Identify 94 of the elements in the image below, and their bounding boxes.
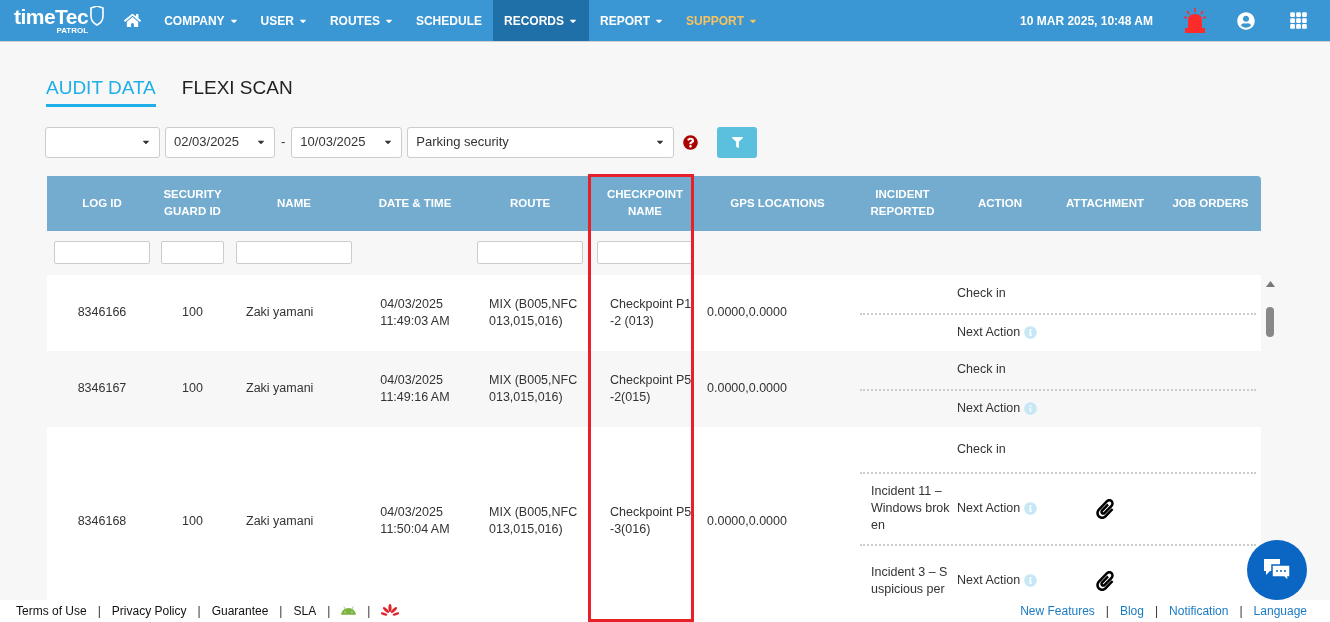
incident-cell: Incident 11 – Windows broken bbox=[871, 483, 951, 534]
logo[interactable]: timeTec PATROL bbox=[14, 6, 105, 35]
footer-separator: | bbox=[279, 603, 283, 620]
help-icon[interactable] bbox=[683, 134, 699, 150]
footer-link[interactable]: New Features bbox=[1020, 602, 1095, 620]
scroll-up-arrow-icon[interactable] bbox=[1265, 280, 1275, 287]
home-icon[interactable] bbox=[124, 12, 142, 29]
footer-separator: | bbox=[327, 603, 331, 620]
tab[interactable]: FLEXI SCAN bbox=[181, 74, 293, 107]
date-time-cell: 04/03/2025 11:49:03 AM bbox=[380, 295, 450, 330]
apps-grid-icon[interactable] bbox=[1289, 11, 1308, 30]
footer-separator: | bbox=[197, 603, 201, 620]
end-date-dropdown[interactable]: 10/03/2025 bbox=[291, 126, 403, 158]
footer-link[interactable]: SLA bbox=[293, 602, 317, 620]
nav-menu-item[interactable]: USER bbox=[249, 0, 319, 41]
name-cell-text: Zaki yamani bbox=[246, 512, 314, 530]
guard-id-cell-text: 100 bbox=[182, 512, 203, 530]
info-icon[interactable] bbox=[1024, 326, 1038, 339]
info-icon[interactable] bbox=[1024, 502, 1038, 515]
footer-link[interactable]: Guarantee bbox=[211, 602, 269, 620]
incident-cell-text: Incident 3 – Suspicious per bbox=[871, 563, 949, 598]
column-filter-field[interactable] bbox=[477, 241, 583, 264]
checkpoint-cell-text: Checkpoint P1-2 (013) bbox=[610, 295, 693, 330]
name-cell-text: Zaki yamani bbox=[246, 380, 314, 398]
action-cell-text: Next Action bbox=[957, 324, 1021, 342]
column-header: ATTACHMENT bbox=[1065, 195, 1145, 211]
filter-icon bbox=[731, 136, 743, 148]
footer-separator: | bbox=[1105, 603, 1109, 620]
log-id-cell-text: 8346166 bbox=[77, 304, 127, 322]
current-datetime: 10 MAR 2025, 10:48 AM bbox=[1020, 12, 1153, 30]
start-date-dropdown[interactable]: 02/03/2025 bbox=[165, 126, 275, 158]
column-header: NAME bbox=[277, 195, 311, 211]
date-time-cell: 04/03/2025 11:50:04 AM bbox=[380, 504, 450, 538]
paperclip-icon[interactable] bbox=[1095, 570, 1115, 591]
route-cell-text: MIX (B005,NFC 013,015,016) bbox=[489, 504, 579, 538]
nav-menu-item[interactable]: COMPANY bbox=[153, 0, 250, 41]
column-filter-field[interactable] bbox=[596, 241, 694, 264]
column-header: SECURITY GUARD ID bbox=[162, 187, 223, 219]
column-header: DATE & TIME bbox=[378, 195, 452, 211]
flower-logo-icon[interactable] bbox=[381, 604, 400, 618]
checkpoint-cell-text: Checkpoint P5-3(016) bbox=[610, 504, 693, 538]
type-dropdown[interactable] bbox=[45, 126, 160, 158]
footer-link[interactable]: Notification bbox=[1169, 602, 1229, 620]
route-cell-text: MIX (B005,NFC 013,015,016) bbox=[489, 295, 579, 330]
column-header: ACTION bbox=[977, 195, 1023, 211]
action-cell-text: Next Action bbox=[957, 572, 1021, 590]
route-cell-text: MIX (B005,NFC 013,015,016) bbox=[489, 371, 579, 406]
column-header: INCIDENT REPORTED bbox=[869, 187, 936, 219]
column-header: CHECKPOINT NAME bbox=[606, 187, 684, 219]
footer-separator: | bbox=[1239, 603, 1243, 620]
info-icon[interactable] bbox=[1024, 574, 1038, 587]
action-cell-text: Next Action bbox=[957, 400, 1021, 418]
action-cell-text: Check in bbox=[957, 361, 1006, 379]
chat-button[interactable] bbox=[1247, 540, 1307, 600]
footer-link[interactable]: Language bbox=[1253, 602, 1307, 620]
footer-separator: | bbox=[97, 603, 101, 620]
checkpoint-cell-text: Checkpoint P5-2(015) bbox=[610, 371, 693, 406]
guard-id-cell-text: 100 bbox=[182, 380, 203, 398]
gps-cell-text: 0.0000,0.0000 bbox=[707, 304, 787, 322]
name-cell-text: Zaki yamani bbox=[246, 304, 314, 322]
nav-menu-item[interactable]: SCHEDULE bbox=[404, 0, 493, 41]
column-header: GPS LOCATIONS bbox=[730, 195, 825, 211]
action-cell-text: Check in bbox=[957, 440, 1006, 458]
footer-link[interactable]: Privacy Policy bbox=[111, 602, 187, 620]
log-id-cell-text: 8346168 bbox=[77, 512, 127, 530]
footer-separator: | bbox=[367, 603, 371, 620]
log-id-cell-text: 8346167 bbox=[77, 380, 127, 398]
footer-separator: | bbox=[1155, 603, 1159, 620]
column-header: JOB ORDERS bbox=[1172, 195, 1249, 211]
action-cell-text: Next Action bbox=[957, 500, 1021, 518]
column-filter-field[interactable] bbox=[161, 241, 224, 264]
shield-icon bbox=[90, 6, 105, 26]
filter-button[interactable] bbox=[717, 126, 758, 158]
date-time-cell: 04/03/2025 11:49:16 AM bbox=[380, 371, 450, 406]
nav-menu-item[interactable]: REPORT bbox=[589, 0, 675, 41]
footer-link[interactable]: Blog bbox=[1119, 602, 1144, 620]
gps-cell-text: 0.0000,0.0000 bbox=[707, 512, 787, 530]
column-filter-field[interactable] bbox=[53, 241, 151, 264]
date-range-separator: - bbox=[281, 133, 286, 152]
tab[interactable]: AUDIT DATA bbox=[46, 74, 156, 107]
footer-link[interactable]: Terms of Use bbox=[16, 602, 87, 620]
column-filter-field[interactable] bbox=[235, 241, 353, 264]
nav-menu-item[interactable]: RECORDS bbox=[492, 0, 589, 41]
column-header: LOG ID bbox=[82, 195, 122, 211]
paperclip-icon[interactable] bbox=[1095, 498, 1115, 519]
alarm-siren-icon[interactable] bbox=[1183, 7, 1207, 34]
user-profile-icon[interactable] bbox=[1237, 11, 1255, 30]
action-cell-text: Check in bbox=[957, 285, 1006, 303]
route-dropdown[interactable]: Parking security bbox=[407, 126, 675, 158]
scrollbar-thumb[interactable] bbox=[1266, 306, 1274, 337]
gps-cell-text: 0.0000,0.0000 bbox=[707, 380, 787, 398]
guard-id-cell-text: 100 bbox=[182, 304, 203, 322]
column-header: ROUTE bbox=[509, 195, 551, 211]
nav-menu-item[interactable]: ROUTES bbox=[318, 0, 405, 41]
